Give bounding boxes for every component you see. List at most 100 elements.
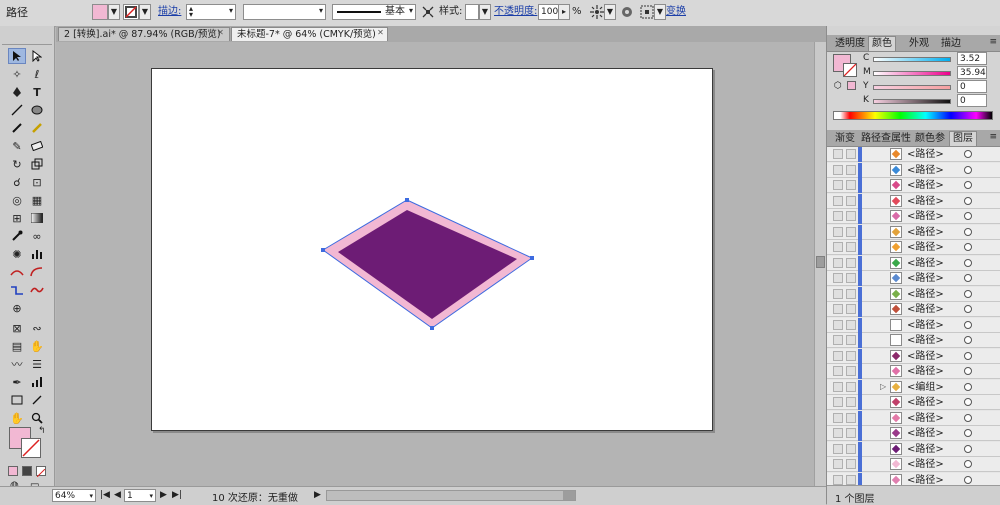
layer-row[interactable]: <路径> <box>827 395 1000 410</box>
target-circle-icon[interactable] <box>964 351 972 360</box>
visibility-toggle-icon[interactable] <box>833 226 843 237</box>
target-circle-icon[interactable] <box>964 444 972 453</box>
lock-toggle-icon[interactable] <box>846 288 856 299</box>
lock-toggle-icon[interactable] <box>846 304 856 314</box>
layer-name[interactable]: <路径> <box>907 257 944 270</box>
target-circle-icon[interactable] <box>964 429 972 437</box>
layer-name[interactable]: <路径> <box>907 350 944 363</box>
layer-row[interactable]: ▷ <编组> <box>827 379 1000 395</box>
layer-row[interactable]: <路径> <box>827 426 1000 441</box>
status-menu-icon[interactable]: ▶ <box>314 490 321 500</box>
layer-name[interactable]: <编组> <box>907 381 944 394</box>
visibility-toggle-icon[interactable] <box>833 459 843 469</box>
lock-toggle-icon[interactable] <box>846 443 856 454</box>
layer-name[interactable]: <路径> <box>907 288 944 301</box>
lock-toggle-icon[interactable] <box>846 211 856 221</box>
layer-name[interactable]: <路径> <box>907 334 944 347</box>
out-of-gamut-icon[interactable]: ⬡ <box>834 81 842 91</box>
lock-toggle-icon[interactable] <box>846 242 856 252</box>
magenta-input[interactable]: 35.94 <box>957 66 987 79</box>
lock-toggle-icon[interactable] <box>846 474 856 485</box>
tab-appearance[interactable]: 外观 <box>905 36 933 51</box>
visibility-toggle-icon[interactable] <box>833 366 843 376</box>
target-circle-icon[interactable] <box>964 305 972 313</box>
lock-toggle-icon[interactable] <box>846 459 856 469</box>
layer-name[interactable]: <路径> <box>907 303 944 316</box>
visibility-toggle-icon[interactable] <box>833 273 843 283</box>
target-circle-icon[interactable] <box>964 289 972 298</box>
visibility-toggle-icon[interactable] <box>833 211 843 221</box>
lock-toggle-icon[interactable] <box>846 273 856 283</box>
anchor-point[interactable] <box>530 256 534 260</box>
target-circle-icon[interactable] <box>964 398 972 406</box>
visibility-toggle-icon[interactable] <box>833 319 843 330</box>
lock-toggle-icon[interactable] <box>846 149 856 159</box>
layer-name[interactable]: <路径> <box>907 241 944 254</box>
layer-name[interactable]: <路径> <box>907 164 944 177</box>
visibility-toggle-icon[interactable] <box>833 242 843 252</box>
visibility-toggle-icon[interactable] <box>833 350 843 361</box>
layer-name[interactable]: <路径> <box>907 179 944 192</box>
layer-name[interactable]: <路径> <box>907 458 944 471</box>
visibility-toggle-icon[interactable] <box>833 474 843 485</box>
visibility-toggle-icon[interactable] <box>833 443 843 454</box>
tab-color-guide[interactable]: 颜色参 <box>911 131 949 146</box>
target-circle-icon[interactable] <box>964 320 972 329</box>
layer-name[interactable]: <路径> <box>907 427 944 440</box>
lock-toggle-icon[interactable] <box>846 428 856 438</box>
tab-gradient[interactable]: 渐变 <box>831 131 859 146</box>
panel-menu-icon[interactable]: ≡ <box>989 132 997 142</box>
panel-menu-icon[interactable]: ≡ <box>989 37 997 47</box>
target-circle-icon[interactable] <box>964 243 972 251</box>
tab-layers[interactable]: 图层 <box>949 131 977 146</box>
target-circle-icon[interactable] <box>964 165 972 174</box>
layer-row[interactable]: <路径> <box>827 193 1000 209</box>
last-page-icon[interactable]: ▶| <box>172 490 182 500</box>
lock-toggle-icon[interactable] <box>846 257 856 268</box>
layer-row[interactable]: <路径> <box>827 255 1000 271</box>
lock-toggle-icon[interactable] <box>846 164 856 175</box>
layer-row[interactable]: <路径> <box>827 178 1000 193</box>
layer-row[interactable]: <路径> <box>827 271 1000 286</box>
layer-name[interactable]: <路径> <box>907 195 944 208</box>
visibility-toggle-icon[interactable] <box>833 288 843 299</box>
lock-toggle-icon[interactable] <box>846 319 856 330</box>
lock-toggle-icon[interactable] <box>846 381 856 392</box>
target-circle-icon[interactable] <box>964 413 972 422</box>
visibility-toggle-icon[interactable] <box>833 335 843 345</box>
cyan-slider[interactable] <box>873 57 951 62</box>
visibility-toggle-icon[interactable] <box>833 257 843 268</box>
target-circle-icon[interactable] <box>964 150 972 158</box>
anchor-point[interactable] <box>405 198 409 202</box>
scrollbar-thumb[interactable] <box>563 491 575 500</box>
layer-row[interactable]: <路径> <box>827 441 1000 457</box>
target-circle-icon[interactable] <box>964 258 972 267</box>
yellow-input[interactable]: 0 <box>957 80 987 93</box>
zoom-select[interactable]: 64% ▾ <box>52 489 96 502</box>
layer-name[interactable]: <路径> <box>907 396 944 409</box>
lock-toggle-icon[interactable] <box>846 397 856 407</box>
layer-row[interactable]: <路径> <box>827 317 1000 333</box>
scrollbar-thumb[interactable] <box>816 256 825 268</box>
magenta-slider[interactable] <box>873 71 951 76</box>
lock-toggle-icon[interactable] <box>846 350 856 361</box>
lock-toggle-icon[interactable] <box>846 335 856 345</box>
target-circle-icon[interactable] <box>964 336 972 344</box>
lock-toggle-icon[interactable] <box>846 366 856 376</box>
target-circle-icon[interactable] <box>964 382 972 391</box>
layer-name[interactable]: <路径> <box>907 210 944 223</box>
layer-row[interactable]: <路径> <box>827 224 1000 240</box>
visibility-toggle-icon[interactable] <box>833 381 843 392</box>
layer-name[interactable]: <路径> <box>907 319 944 332</box>
layer-name[interactable]: <路径> <box>907 412 944 425</box>
target-circle-icon[interactable] <box>964 227 972 236</box>
target-circle-icon[interactable] <box>964 367 972 375</box>
visibility-toggle-icon[interactable] <box>833 304 843 314</box>
layer-row[interactable]: <路径> <box>827 240 1000 255</box>
visibility-toggle-icon[interactable] <box>833 397 843 407</box>
visibility-toggle-icon[interactable] <box>833 412 843 423</box>
layer-row[interactable]: <路径> <box>827 457 1000 472</box>
layer-row[interactable]: <路径> <box>827 348 1000 364</box>
tab-transparency[interactable]: 透明度 <box>831 36 869 51</box>
yellow-slider[interactable] <box>873 85 951 90</box>
